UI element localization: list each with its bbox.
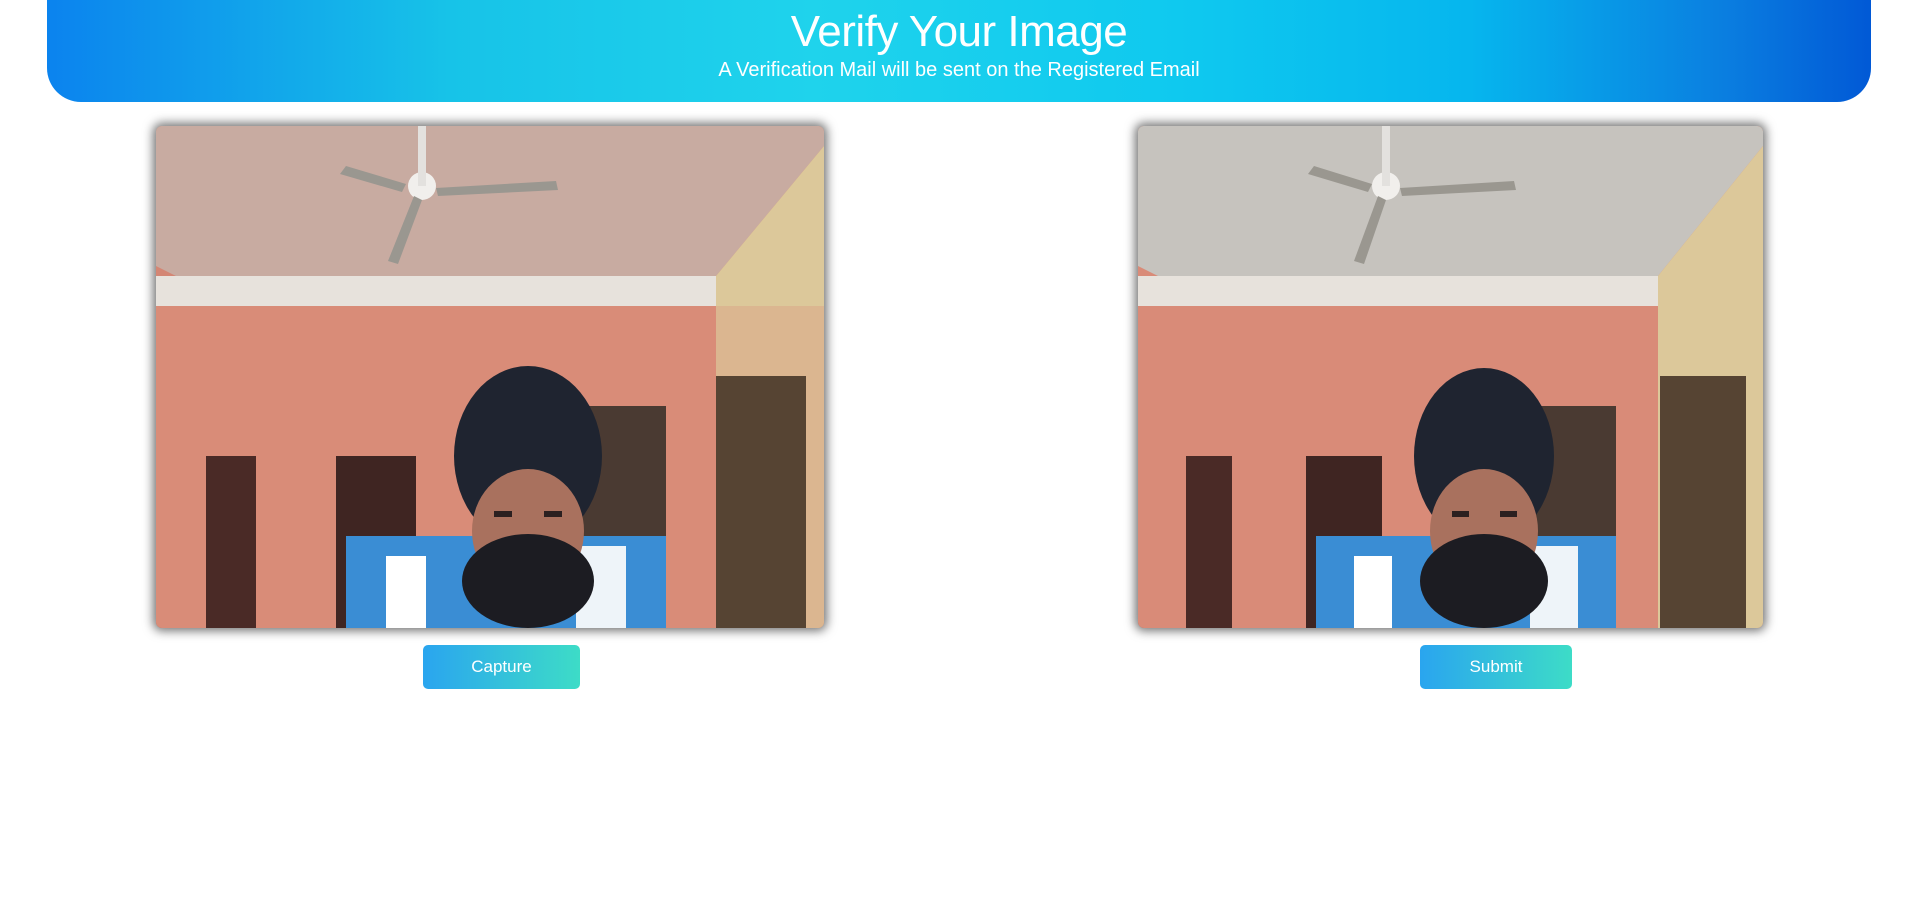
page-title: Verify Your Image (790, 7, 1128, 56)
capture-button[interactable]: Capture (423, 645, 580, 689)
page-header: Verify Your Image A Verification Mail wi… (47, 0, 1871, 102)
captured-image (1138, 126, 1763, 628)
webcam-image (156, 126, 824, 628)
page-subtitle: A Verification Mail will be sent on the … (718, 59, 1200, 81)
submit-button[interactable]: Submit (1420, 645, 1572, 689)
webcam-feed (156, 126, 824, 628)
captured-photo (1138, 126, 1763, 628)
